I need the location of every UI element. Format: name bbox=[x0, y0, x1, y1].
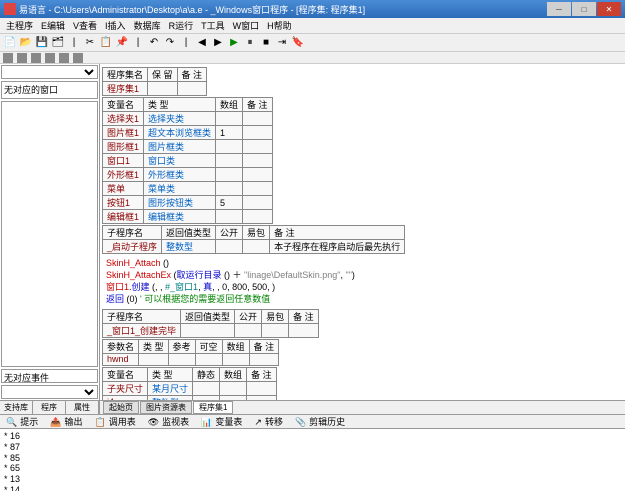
pause-icon[interactable]: ⏸ bbox=[243, 36, 257, 50]
sidebar-footer: 无对应事件 bbox=[1, 369, 98, 383]
sidebar: 无对应的窗口 无对应事件 支持库 程序 属性 bbox=[0, 64, 100, 414]
file-tabs: 起始页 图片资源表 程序集1 bbox=[100, 400, 625, 414]
title-bar: 易语言 - C:\Users\Administrator\Desktop\a\a… bbox=[0, 0, 625, 18]
toolbar: 📄 📂 💾 🗂 | ✂ 📋 📌 | ↶ ↷ | ◀ ▶ ▶ ⏸ ■ ⇥ 🔖 bbox=[0, 34, 625, 52]
menu-item[interactable]: H帮助 bbox=[264, 19, 295, 32]
menu-item[interactable]: T工具 bbox=[198, 19, 228, 32]
bottom-tab[interactable]: ↗转移 bbox=[251, 415, 289, 428]
minimize-button[interactable]: ─ bbox=[547, 2, 571, 16]
redo-icon[interactable]: ↷ bbox=[163, 36, 177, 50]
sidebar-spacer bbox=[1, 101, 98, 367]
new-icon[interactable]: 📄 bbox=[3, 36, 17, 50]
sidebar-tab[interactable]: 支持库 bbox=[0, 401, 33, 414]
fwd-icon[interactable]: ▶ bbox=[211, 36, 225, 50]
menu-item[interactable]: R运行 bbox=[166, 19, 197, 32]
sidebar-event-select[interactable] bbox=[1, 385, 98, 399]
code-editor[interactable]: 程序集名保 留备 注程序集1变量名类 型数组备 注选择夹1选择夹类图片框1超文本… bbox=[100, 64, 625, 414]
file-tab[interactable]: 起始页 bbox=[103, 401, 139, 414]
sidebar-tabs: 支持库 程序 属性 bbox=[0, 400, 99, 414]
copy-icon[interactable]: 📋 bbox=[99, 36, 113, 50]
bottom-tab[interactable]: 👁监视表 bbox=[145, 415, 195, 428]
bottom-tab[interactable]: 📤输出 bbox=[47, 415, 88, 428]
stop-icon[interactable]: ■ bbox=[259, 36, 273, 50]
menu-item[interactable]: V查看 bbox=[70, 19, 100, 32]
save-all-icon[interactable]: 🗂 bbox=[51, 36, 65, 50]
window-title: 易语言 - C:\Users\Administrator\Desktop\a\a… bbox=[19, 3, 546, 16]
undo-icon[interactable]: ↶ bbox=[147, 36, 161, 50]
menu-item[interactable]: I插入 bbox=[102, 19, 129, 32]
app-icon bbox=[4, 3, 16, 15]
menu-item[interactable]: W窗口 bbox=[230, 19, 263, 32]
tb2-icon[interactable] bbox=[45, 53, 55, 63]
tb2-icon[interactable] bbox=[73, 53, 83, 63]
sidebar-select[interactable] bbox=[1, 65, 98, 79]
output-pane[interactable]: * 16* 87* 85* 65* 13* 14* 79* 调试试易程序运行完毕 bbox=[0, 428, 625, 491]
cut-icon[interactable]: ✂ bbox=[83, 36, 97, 50]
run-icon[interactable]: ▶ bbox=[227, 36, 241, 50]
toolbar-2 bbox=[0, 52, 625, 64]
bookmark-icon[interactable]: 🔖 bbox=[291, 36, 305, 50]
step-icon[interactable]: ⇥ bbox=[275, 36, 289, 50]
menu-item[interactable]: 主程序 bbox=[3, 19, 36, 32]
bottom-bar: 🔍提示 📤输出 📋调用表 👁监视表 📊变量表 ↗转移 📎剪辑历史 bbox=[0, 414, 625, 428]
open-icon[interactable]: 📂 bbox=[19, 36, 33, 50]
file-tab[interactable]: 图片资源表 bbox=[140, 401, 192, 414]
close-button[interactable]: ✕ bbox=[597, 2, 621, 16]
sidebar-tab[interactable]: 属性 bbox=[66, 401, 99, 414]
save-icon[interactable]: 💾 bbox=[35, 36, 49, 50]
sidebar-tree[interactable]: 无对应的窗口 bbox=[1, 81, 98, 99]
menu-item[interactable]: E编辑 bbox=[38, 19, 68, 32]
file-tab-active[interactable]: 程序集1 bbox=[193, 401, 233, 414]
tb2-icon[interactable] bbox=[31, 53, 41, 63]
menu-item[interactable]: 数据库 bbox=[131, 19, 164, 32]
menu-bar: 主程序 E编辑 V查看 I插入 数据库 R运行 T工具 W窗口 H帮助 bbox=[0, 18, 625, 34]
tb2-icon[interactable] bbox=[3, 53, 13, 63]
sep-icon: | bbox=[131, 36, 145, 50]
sidebar-tab[interactable]: 程序 bbox=[33, 401, 66, 414]
tb2-icon[interactable] bbox=[17, 53, 27, 63]
back-icon[interactable]: ◀ bbox=[195, 36, 209, 50]
bottom-tab[interactable]: 📎剪辑历史 bbox=[292, 415, 351, 428]
sep-icon: | bbox=[67, 36, 81, 50]
bottom-tab[interactable]: 📋调用表 bbox=[91, 415, 141, 428]
paste-icon[interactable]: 📌 bbox=[115, 36, 129, 50]
tb2-icon[interactable] bbox=[59, 53, 69, 63]
main-area: 无对应的窗口 无对应事件 支持库 程序 属性 程序集名保 留备 注程序集1变量名… bbox=[0, 64, 625, 414]
bottom-tab[interactable]: 🔍提示 bbox=[3, 415, 44, 428]
sep-icon: | bbox=[179, 36, 193, 50]
bottom-tab[interactable]: 📊变量表 bbox=[198, 415, 248, 428]
maximize-button[interactable]: □ bbox=[572, 2, 596, 16]
